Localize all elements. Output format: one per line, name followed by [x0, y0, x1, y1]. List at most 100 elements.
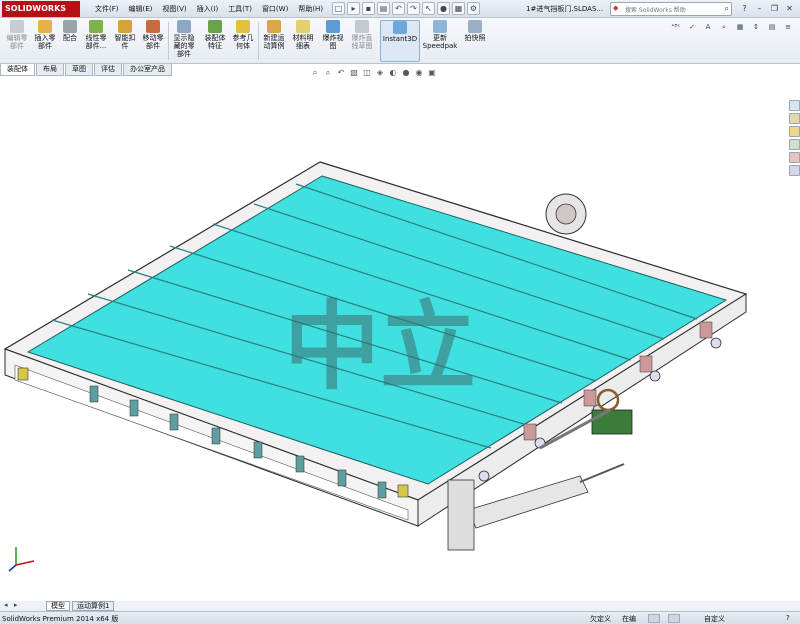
search-logo-icon: ◆ — [613, 4, 619, 12]
explode-line-sketch-label: 爆炸直 线草图 — [351, 34, 373, 50]
menu-tools[interactable]: 工具(T) — [223, 3, 257, 15]
menu-view[interactable]: 视图(V) — [157, 3, 191, 15]
watermark-text: 中立 — [284, 291, 476, 403]
options-tool-icon[interactable]: ≡ — [782, 21, 794, 33]
menu-edit[interactable]: 编辑(E) — [124, 3, 158, 15]
section-view-icon[interactable]: ▧ — [349, 68, 359, 78]
take-snapshot-label: 拍快照 — [464, 34, 486, 42]
zoom-to-area-icon[interactable]: ⌕ — [323, 68, 333, 78]
speedpak-icon — [433, 20, 447, 33]
status-custom[interactable]: 自定义 — [704, 614, 725, 624]
menu-window[interactable]: 窗口(W) — [257, 3, 293, 15]
ribbon-separator — [258, 22, 259, 60]
save-icon[interactable]: ▪ — [362, 2, 375, 15]
solidworks-window: SOLIDWORKS 文件(F) 编辑(E) 视图(V) 插入(I) 工具(T)… — [0, 0, 800, 624]
arrow-tool-icon[interactable]: ↕ — [750, 21, 762, 33]
file-properties-icon[interactable]: ▦ — [452, 2, 465, 15]
undo-icon[interactable]: ↶ — [392, 2, 405, 15]
bill-of-materials-button[interactable]: 材料明 细表 — [290, 20, 316, 62]
smart-fasteners-icon — [118, 20, 132, 33]
options-gear-icon[interactable]: ⚙ — [467, 2, 480, 15]
tab-scroll-right-icon[interactable]: ▸ — [14, 601, 18, 609]
app-logo-text: SOLIDWORKS — [5, 4, 67, 13]
search-icon[interactable]: ⌕ — [725, 4, 729, 14]
show-hidden-icon — [177, 20, 191, 33]
status-under-defined: 欠定义 — [590, 615, 611, 623]
take-snapshot-button[interactable]: 拍快照 — [462, 20, 488, 62]
assembly-features-label: 装配体 特征 — [204, 34, 226, 50]
table-tool-icon[interactable]: ▤ — [766, 21, 778, 33]
tab-assembly[interactable]: 装配体 — [0, 64, 35, 76]
apply-scene-icon[interactable]: ◉ — [414, 68, 424, 78]
tab-motion-study-1[interactable]: 运动算例1 — [72, 601, 115, 611]
tab-scroll-left-icon[interactable]: ◂ — [4, 601, 8, 609]
mate-button[interactable]: 配合 — [60, 20, 80, 62]
move-component-button[interactable]: 移动零 部件 — [140, 20, 166, 62]
print-icon[interactable]: ▤ — [377, 2, 390, 15]
insert-component-label: 插入零 部件 — [34, 34, 56, 50]
assembly-features-button[interactable]: 装配体 特征 — [202, 20, 228, 62]
app-version: SolidWorks Premium 2014 x64 版 — [2, 615, 119, 623]
view-settings-icon[interactable]: ▣ — [427, 68, 437, 78]
minimize-icon[interactable]: – — [753, 2, 766, 15]
show-hidden-components-button[interactable]: 显示隐 藏的零 部件 — [170, 20, 198, 62]
close-icon[interactable]: ✕ — [783, 2, 796, 15]
spell-check-icon[interactable]: ᴬᴮᶜ — [670, 21, 682, 33]
explode-line-sketch-button[interactable]: 爆炸直 线草图 — [348, 20, 376, 62]
ribbon-separator — [168, 22, 169, 60]
tab-office-products[interactable]: 办公室产品 — [123, 64, 172, 76]
menu-insert[interactable]: 插入(I) — [192, 3, 224, 15]
assembly-features-icon — [208, 20, 222, 33]
grid-tool-icon[interactable]: ▦ — [734, 21, 746, 33]
snapshot-icon — [468, 20, 482, 33]
command-manager: 编辑零 部件 插入零 部件 配合 线性零 部件... 智能扣 件 移动零 部件 … — [0, 18, 800, 64]
open-folder-icon[interactable]: ▸ — [347, 2, 360, 15]
tab-model[interactable]: 模型 — [46, 601, 70, 611]
search-help-input[interactable]: ◆ 搜索 SolidWorks 帮助 ⌕ — [610, 2, 732, 16]
linear-pattern-icon — [89, 20, 103, 33]
new-document-icon[interactable]: □ — [332, 2, 345, 15]
view-orientation-icon[interactable]: ◫ — [362, 68, 372, 78]
previous-view-icon[interactable]: ↶ — [336, 68, 346, 78]
app-logo[interactable]: SOLIDWORKS — [2, 1, 80, 17]
edit-appearance-icon[interactable]: ● — [401, 68, 411, 78]
graphics-area[interactable]: 中立 — [0, 80, 800, 600]
reference-geometry-icon — [236, 20, 250, 33]
new-motion-study-button[interactable]: 新建运 动算例 — [260, 20, 288, 62]
move-component-label: 移动零 部件 — [142, 34, 164, 50]
linear-pattern-button[interactable]: 线性零 部件... — [82, 20, 110, 62]
exploded-view-icon — [326, 20, 340, 33]
rebuild-status-icon[interactable] — [648, 614, 660, 623]
tab-evaluate[interactable]: 评估 — [94, 64, 122, 76]
insert-component-button[interactable]: 插入零 部件 — [32, 20, 58, 62]
check-mark-icon[interactable]: ✓ — [686, 21, 698, 33]
restore-icon[interactable]: ❐ — [768, 2, 781, 15]
tab-sketch[interactable]: 草图 — [65, 64, 93, 76]
instant3d-button[interactable]: Instant3D — [380, 20, 420, 62]
help-question-icon[interactable]: ? — [786, 614, 790, 622]
tab-layout[interactable]: 布局 — [36, 64, 64, 76]
reference-geometry-button[interactable]: 参考几 何体 — [230, 20, 256, 62]
text-tool-icon[interactable]: A — [702, 21, 714, 33]
menu-bar: 文件(F) 编辑(E) 视图(V) 插入(I) 工具(T) 窗口(W) 帮助(H… — [90, 3, 328, 15]
coordinate-triad — [8, 547, 35, 572]
status-editing: 在编 — [622, 615, 636, 623]
zoom-to-fit-icon[interactable]: ⌕ — [310, 68, 320, 78]
edit-component-icon — [10, 20, 24, 33]
smart-fasteners-button[interactable]: 智能扣 件 — [112, 20, 138, 62]
explode-line-sketch-icon — [355, 20, 369, 33]
redo-icon[interactable]: ↷ — [407, 2, 420, 15]
exploded-view-button[interactable]: 爆炸视 图 — [320, 20, 346, 62]
menu-help[interactable]: 帮助(H) — [293, 3, 328, 15]
hide-show-items-icon[interactable]: ◐ — [388, 68, 398, 78]
help-question-icon[interactable]: ? — [738, 2, 751, 15]
instant3d-label: Instant3D — [382, 35, 418, 43]
rebuild-icon[interactable]: ● — [437, 2, 450, 15]
display-style-icon[interactable]: ◈ — [375, 68, 385, 78]
select-cursor-icon[interactable]: ↖ — [422, 2, 435, 15]
status-indicator-icon[interactable] — [668, 614, 680, 623]
menu-file[interactable]: 文件(F) — [90, 3, 124, 15]
edit-component-button[interactable]: 编辑零 部件 — [4, 20, 30, 62]
update-speedpak-button[interactable]: 更新 Speedpak — [422, 20, 458, 62]
zoom-tool-icon[interactable]: ⌕ — [718, 21, 730, 33]
